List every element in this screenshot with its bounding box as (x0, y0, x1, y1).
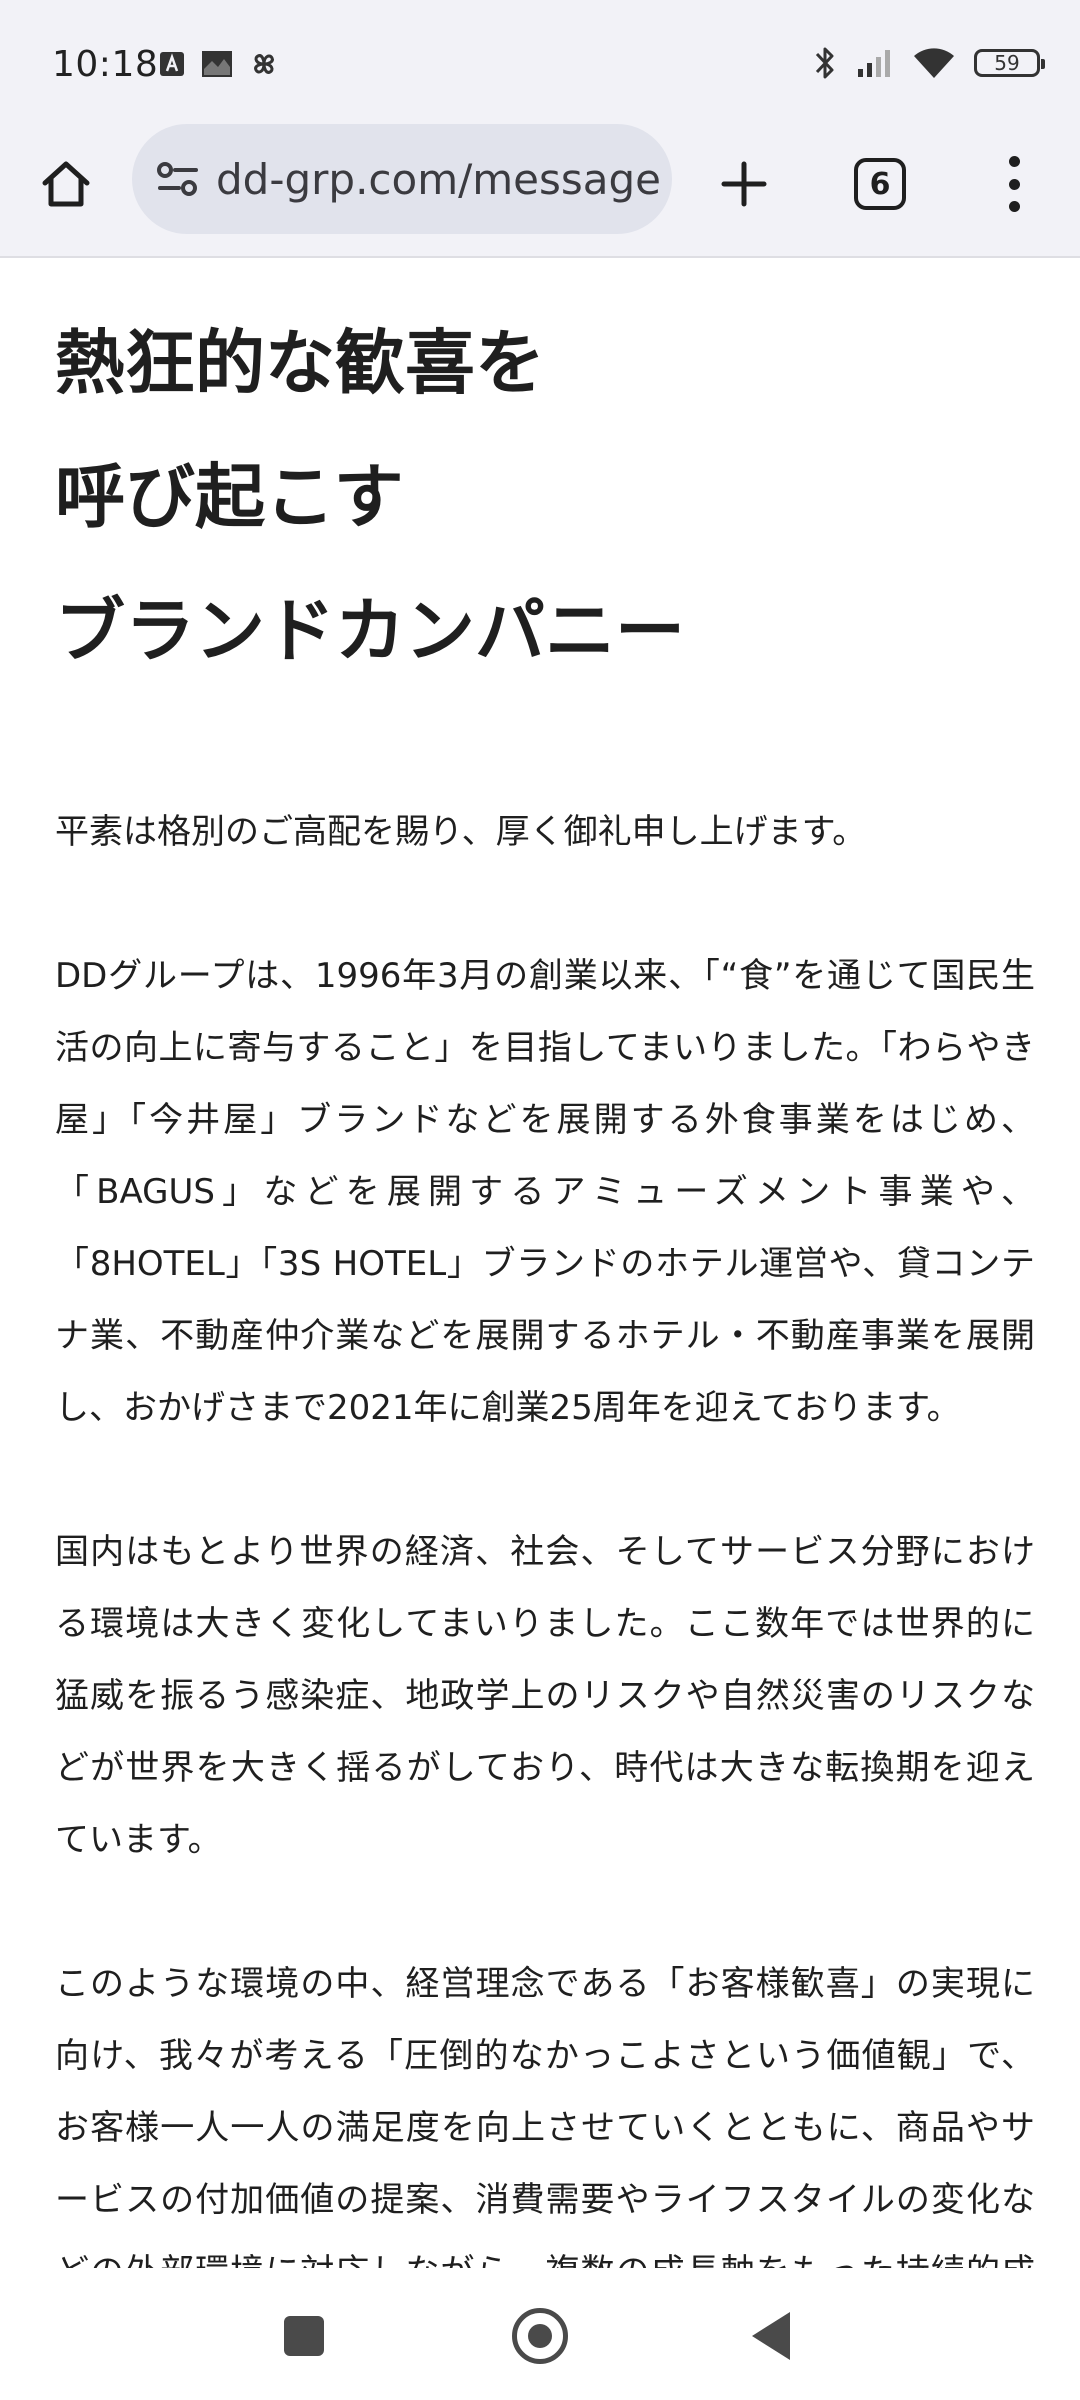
site-settings-icon[interactable] (156, 159, 200, 199)
tab-switcher-icon[interactable]: 6 (854, 158, 906, 210)
home-circle-icon[interactable] (512, 2308, 568, 2364)
page-content: 熱狂的な歓喜を 呼び起こす ブランドカンパニー 平素は格別のご高配を賜り、厚く御… (55, 258, 1035, 2380)
new-tab-button[interactable] (712, 152, 776, 216)
home-icon (42, 161, 90, 207)
battery-level: 59 (994, 51, 1020, 75)
heading-line: 熱狂的な歓喜を (55, 322, 545, 404)
status-bar: 10:18 59 (0, 0, 1080, 126)
battery-icon: 59 (974, 49, 1045, 77)
cellular-signal-icon (858, 50, 890, 77)
plus-icon (721, 161, 767, 207)
notification-icons (158, 48, 280, 80)
message-paragraph-1: 平素は格別のご高配を賜り、厚く御礼申し上げます。 (55, 812, 867, 852)
back-icon[interactable] (752, 2312, 790, 2360)
page-heading: 熱狂的な歓喜を 呼び起こす ブランドカンパニー (55, 258, 1035, 698)
photo-notification-icon (202, 51, 232, 77)
message-paragraph-2: DDグループは、1996年3月の創業以来、「“食”を通じて国民生活の向上に寄与す… (55, 956, 1035, 1428)
a-notification-icon (160, 52, 184, 76)
status-time: 10:18 (52, 44, 159, 85)
address-bar[interactable]: dd-grp.com/message (132, 124, 672, 234)
url-text[interactable]: dd-grp.com/message (216, 155, 661, 204)
bluetooth-icon (815, 47, 834, 79)
browser-toolbar: dd-grp.com/message 6 (0, 124, 1080, 258)
pinwheel-notification-icon (254, 54, 274, 74)
home-button[interactable] (34, 152, 98, 216)
heading-line: 呼び起こす (55, 456, 404, 538)
recents-icon[interactable] (284, 2316, 324, 2356)
system-nav-bar (0, 2268, 1080, 2400)
wifi-icon (914, 48, 954, 78)
message-paragraph-3: 国内はもとより世界の経済、社会、そしてサービス分野における環境は大きく変化してま… (55, 1532, 1035, 1860)
system-icons: 59 (812, 44, 1045, 82)
heading-line: ブランドカンパニー (55, 590, 685, 672)
tab-count: 6 (869, 166, 891, 202)
more-vert-icon[interactable] (990, 152, 1038, 216)
